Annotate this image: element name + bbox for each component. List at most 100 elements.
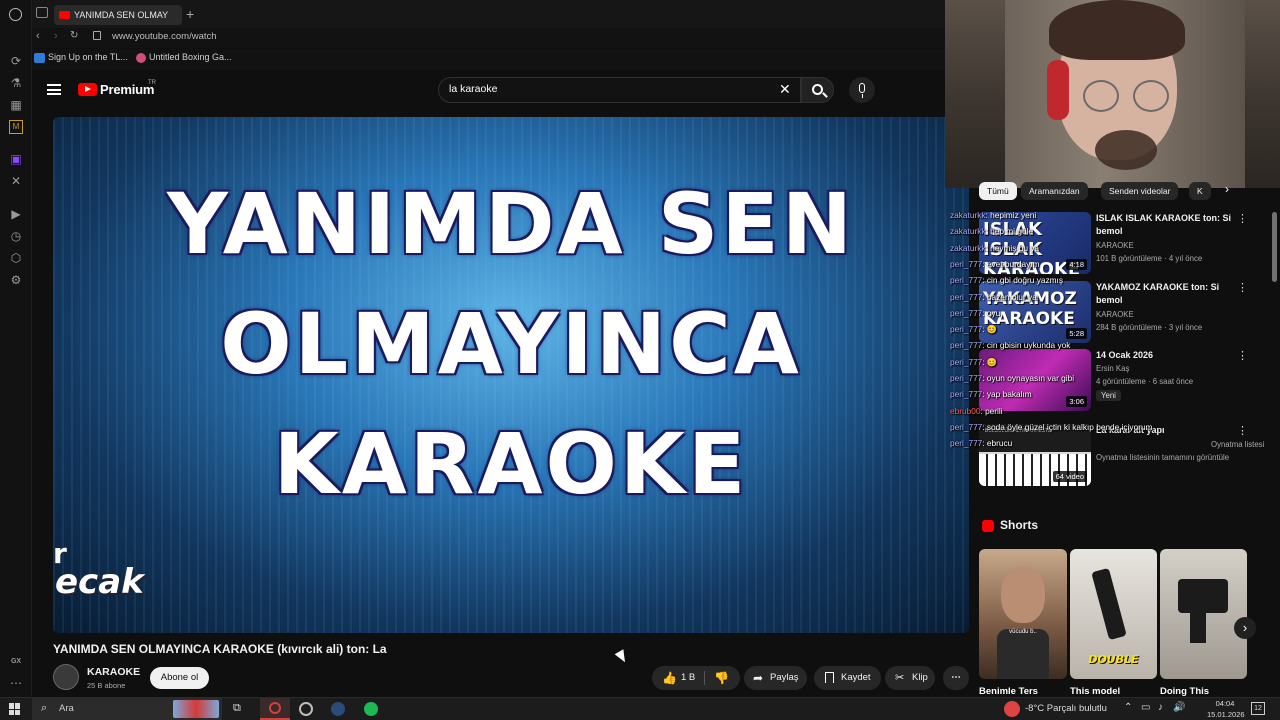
gx-corner-icon[interactable]: ▦: [9, 98, 23, 112]
chip-more[interactable]: K: [1189, 182, 1211, 200]
chat-message: peri_777: bazen olur ya: [950, 292, 1037, 302]
tray-overflow-icon[interactable]: ⌃: [1124, 702, 1132, 713]
lock-icon: [93, 31, 101, 40]
chat-username[interactable]: peri_777: [950, 422, 982, 432]
history-icon[interactable]: ⟳: [9, 54, 23, 68]
short-title-2[interactable]: This model: [1070, 686, 1120, 697]
reco-menu-icon-2[interactable]: ⋮: [1237, 281, 1248, 294]
back-icon[interactable]: ‹: [36, 30, 40, 42]
channel-name[interactable]: KARAOKE: [87, 666, 140, 678]
chat-username[interactable]: zakaturkk: [950, 226, 986, 236]
chat-username[interactable]: peri_777: [950, 389, 982, 399]
chat-username[interactable]: peri_777: [950, 275, 982, 285]
network-icon[interactable]: ▭: [1141, 702, 1150, 713]
video-overlay-line-3: KARAOKE: [273, 415, 749, 513]
x-twitter-icon[interactable]: ✕: [9, 174, 23, 188]
opera-gx-logo-icon[interactable]: [9, 8, 22, 21]
steam-icon[interactable]: [331, 702, 345, 716]
reco-menu-icon-3[interactable]: ⋮: [1237, 349, 1248, 362]
menu-icon[interactable]: [47, 84, 61, 95]
taskbar-search-placeholder: Ara: [59, 703, 74, 714]
chips-next-icon[interactable]: ›: [1225, 182, 1229, 196]
chat-username[interactable]: peri_777: [950, 292, 982, 302]
task-view-icon[interactable]: ⧉: [233, 702, 241, 715]
youtube-logo-text[interactable]: Premium: [100, 82, 154, 97]
volume-icon[interactable]: 🔊: [1173, 702, 1185, 713]
start-icon[interactable]: [9, 703, 21, 715]
active-tab[interactable]: YANIMDA SEN OLMAY: [54, 5, 182, 25]
save-label: Kaydet: [841, 672, 871, 683]
url-field[interactable]: www.youtube.com/watch: [112, 31, 217, 42]
forward-icon[interactable]: ›: [54, 30, 58, 42]
clear-search-icon[interactable]: ✕: [779, 81, 791, 98]
chat-username[interactable]: peri_777: [950, 259, 982, 269]
chat-username[interactable]: peri_777: [950, 357, 982, 367]
chat-username[interactable]: ebrub00: [950, 406, 980, 416]
video-player[interactable]: YANIMDA SEN OLMAYINCA KARAOKE r ecak: [53, 117, 969, 633]
search-input-value: la karaoke: [449, 83, 498, 95]
twitch-icon[interactable]: ▣: [9, 152, 23, 166]
notification-center[interactable]: 12: [1251, 702, 1265, 715]
voice-search-button[interactable]: [849, 77, 875, 103]
chat-username[interactable]: peri_777: [950, 373, 982, 383]
shorts-next-button[interactable]: ›: [1234, 617, 1256, 639]
spotify-icon[interactable]: [364, 702, 378, 716]
mic-tray-icon[interactable]: ♪: [1158, 702, 1163, 713]
lyric-fragment: ecak: [55, 562, 144, 602]
weather-icon[interactable]: [1004, 701, 1020, 717]
chat-username[interactable]: peri_777: [950, 324, 982, 334]
short-thumb-2[interactable]: DOUBLE: [1070, 549, 1157, 679]
gx-control-icon[interactable]: ⚗: [9, 76, 23, 90]
channel-avatar[interactable]: [53, 664, 79, 690]
streamer-beard: [1095, 130, 1157, 170]
chat-username[interactable]: peri_777: [950, 438, 982, 448]
messenger-icon[interactable]: M: [9, 120, 23, 134]
clock-icon[interactable]: ◷: [9, 229, 23, 243]
subscribe-button[interactable]: Abone ol: [150, 667, 209, 689]
extensions-icon[interactable]: ⬡: [9, 251, 23, 265]
chip-from-you[interactable]: Senden videolar: [1101, 182, 1179, 200]
chip-from-search[interactable]: Aramanızdan: [1021, 182, 1088, 200]
bookmark-tl[interactable]: Sign Up on the TL...: [34, 52, 128, 63]
short-thumb-3[interactable]: [1160, 549, 1247, 679]
short-thumb-1[interactable]: vücudu b..: [979, 549, 1067, 679]
share-button[interactable]: ➦ Paylaş: [744, 666, 807, 690]
youtube-logo-icon[interactable]: [78, 83, 97, 96]
page-scrollbar[interactable]: [1272, 212, 1277, 282]
chat-username[interactable]: zakaturkk: [950, 243, 986, 253]
chat-username[interactable]: peri_777: [950, 340, 982, 350]
more-actions-button[interactable]: ⋯: [943, 666, 969, 690]
like-count[interactable]: 1 B: [681, 666, 695, 690]
short-title-1[interactable]: Benimle Ters: [979, 686, 1038, 697]
opera-gx-taskbar-icon[interactable]: [260, 698, 290, 720]
reco-menu-icon-1[interactable]: ⋮: [1237, 212, 1248, 225]
clip-button[interactable]: ✂ Klip: [885, 666, 935, 690]
bookmark-boxing[interactable]: Untitled Boxing Ga...: [136, 52, 232, 63]
chat-username[interactable]: peri_777: [950, 308, 982, 318]
weather-text[interactable]: -8°C Parçalı bulutlu: [1025, 703, 1107, 714]
chat-text: : 😊: [982, 324, 998, 335]
workspaces-icon[interactable]: [36, 7, 48, 18]
save-button[interactable]: Kaydet: [814, 666, 881, 690]
channel-subscribers: 25 B abone: [87, 681, 126, 690]
chat-text: : ebrucu: [982, 438, 1013, 449]
player-icon[interactable]: ▶: [9, 207, 23, 221]
reco-menu-icon-4[interactable]: ⋮: [1237, 424, 1248, 437]
chat-username[interactable]: zakaturkk: [950, 210, 986, 220]
chat-message: ebrub00: perili: [950, 406, 1003, 416]
app-icon-1[interactable]: [299, 702, 313, 716]
new-tab-button[interactable]: +: [186, 5, 200, 23]
more-icon[interactable]: ⋯: [9, 676, 23, 690]
reload-icon[interactable]: ↻: [70, 30, 78, 41]
webcam-overlay: [945, 0, 1280, 188]
taskbar-search[interactable]: ⌕ Ara: [32, 698, 222, 720]
dislike-icon[interactable]: 👎: [714, 666, 729, 690]
settings-icon[interactable]: ⚙: [9, 273, 23, 287]
short-title-3[interactable]: Doing This: [1160, 686, 1209, 697]
clock[interactable]: 04:04 15.01.2026: [1207, 698, 1245, 720]
search-button[interactable]: [801, 77, 834, 103]
gx-label: GX: [10, 658, 22, 665]
like-icon[interactable]: 👍: [662, 666, 677, 690]
clock-date: 15.01.2026: [1207, 710, 1245, 719]
chip-all[interactable]: Tümü: [979, 182, 1017, 200]
